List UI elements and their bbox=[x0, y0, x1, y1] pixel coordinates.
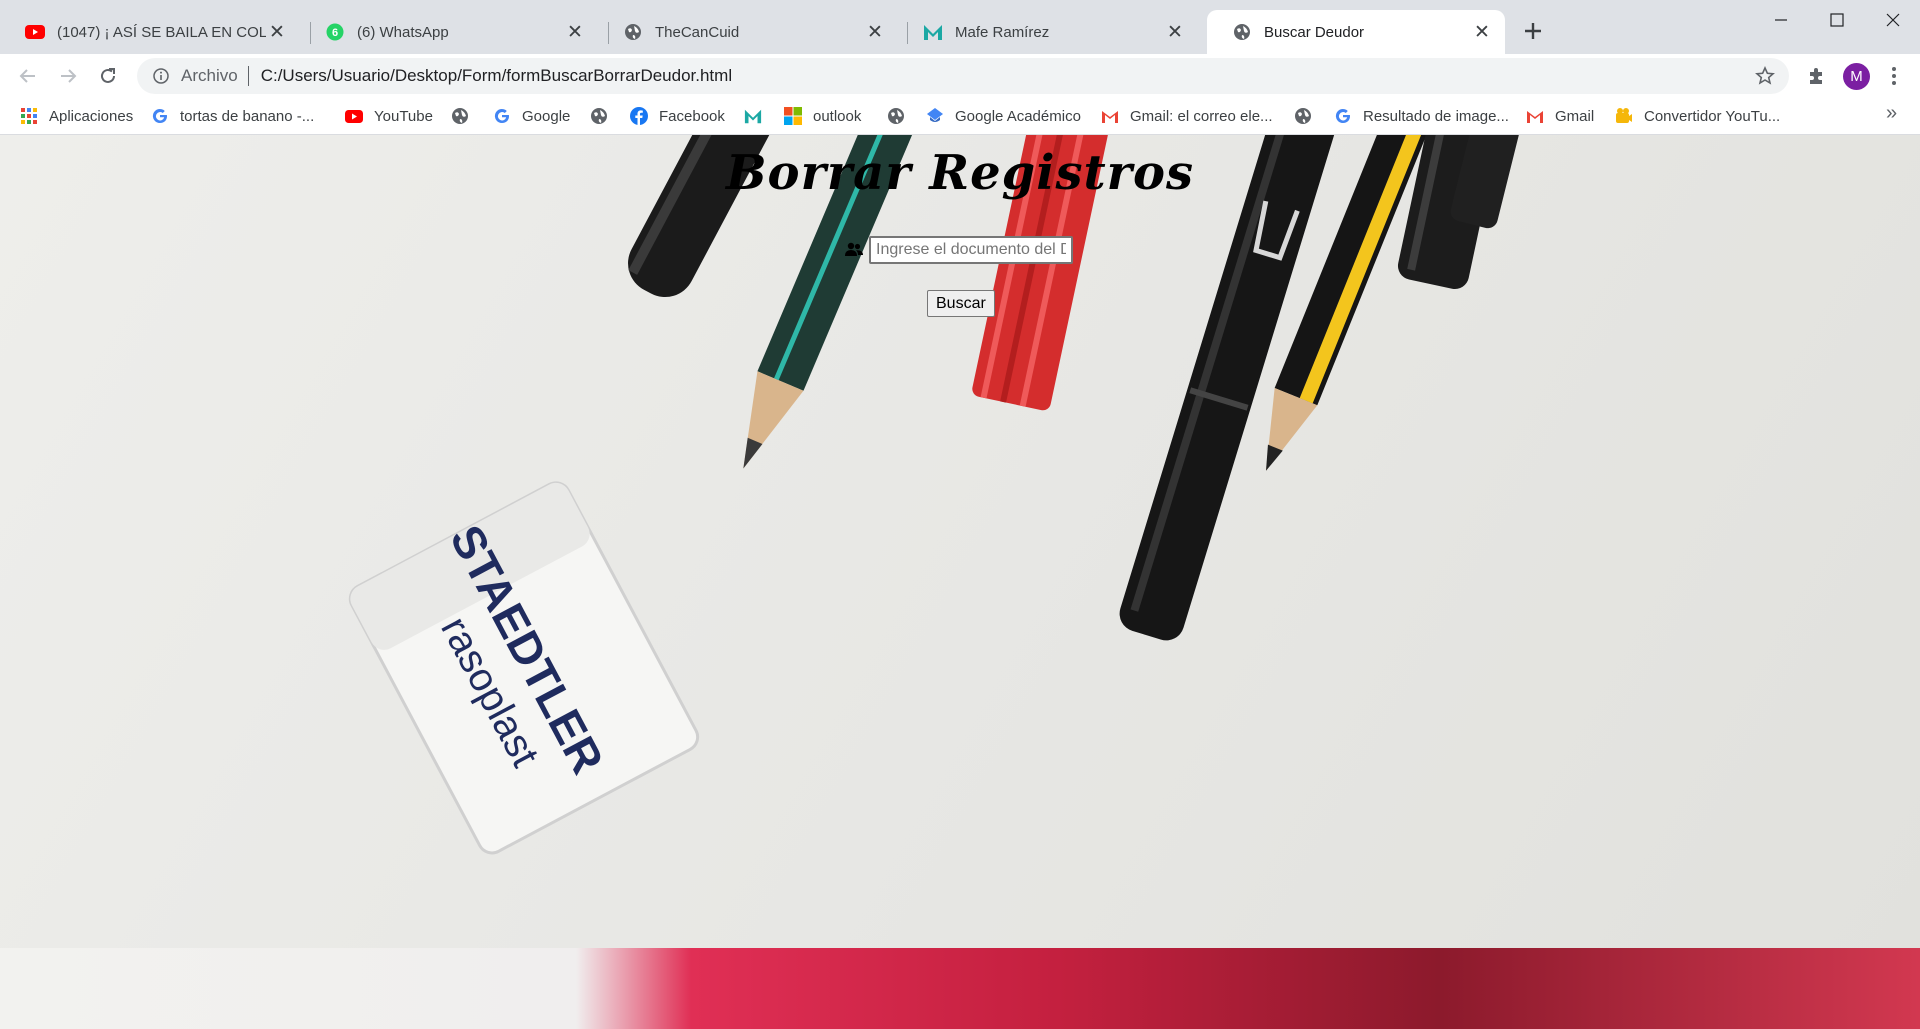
bookmarks-bar: Aplicaciones tortas de banano -... YouTu… bbox=[0, 98, 1920, 135]
converter-icon bbox=[1615, 107, 1633, 125]
bookmark-google[interactable]: Google bbox=[493, 98, 570, 134]
users-icon bbox=[845, 241, 863, 259]
apps-grid-icon bbox=[20, 107, 38, 125]
m-logo-icon bbox=[923, 22, 943, 42]
tab-title: Buscar Deudor bbox=[1264, 23, 1365, 41]
tab-buscar-deudor[interactable]: Buscar Deudor ✕ bbox=[1207, 10, 1505, 54]
tab-whatsapp[interactable]: 6 (6) WhatsApp ✕ bbox=[300, 10, 598, 54]
minimize-icon bbox=[1775, 19, 1787, 21]
google-icon bbox=[1334, 107, 1352, 125]
bookmark-globe-2[interactable] bbox=[590, 98, 608, 134]
bookmark-resultado-imagen[interactable]: Resultado de image... bbox=[1334, 98, 1509, 134]
microsoft-icon bbox=[784, 107, 802, 125]
close-window-icon bbox=[1886, 13, 1900, 27]
stationery-photo: STAEDTLER rasoplast bbox=[348, 135, 1542, 855]
bookmark-label: Convertidor YouTu... bbox=[1644, 107, 1781, 125]
bookmark-gmail-correo[interactable]: Gmail: el correo ele... bbox=[1101, 98, 1273, 134]
address-url[interactable]: C:/Users/Usuario/Desktop/Form/formBuscar… bbox=[261, 66, 732, 86]
globe-icon bbox=[1294, 107, 1312, 125]
tab-title: (1047) ¡ ASÍ SE BAILA EN COLOMBIA bbox=[57, 23, 266, 41]
whatsapp-badge: 6 bbox=[332, 27, 338, 39]
globe-icon bbox=[590, 107, 608, 125]
bookmark-globe-4[interactable] bbox=[1294, 98, 1312, 134]
bookmark-label: Aplicaciones bbox=[49, 107, 134, 125]
bookmark-label: YouTube bbox=[374, 107, 433, 125]
globe-icon bbox=[1232, 22, 1252, 42]
bookmark-convertidor[interactable]: Convertidor YouTu... bbox=[1615, 98, 1780, 134]
forward-button[interactable] bbox=[52, 60, 84, 92]
more-bookmarks-chevron-icon[interactable]: » bbox=[1886, 102, 1897, 125]
m-logo-icon bbox=[744, 107, 762, 125]
bookmark-aplicaciones[interactable]: Aplicaciones bbox=[20, 98, 133, 134]
google-icon bbox=[493, 107, 511, 125]
reload-button[interactable] bbox=[92, 60, 124, 92]
bookmark-label: Google bbox=[522, 107, 571, 125]
plus-icon bbox=[1525, 23, 1541, 39]
eraser: STAEDTLER rasoplast bbox=[348, 481, 700, 855]
bookmark-label: Gmail bbox=[1555, 107, 1595, 125]
bookmark-label: Gmail: el correo ele... bbox=[1130, 107, 1273, 125]
reload-icon bbox=[101, 68, 115, 83]
facebook-icon bbox=[630, 107, 648, 125]
document-search-form bbox=[845, 236, 1073, 264]
page-title: Borrar Registros bbox=[725, 145, 1194, 201]
bookmark-globe-1[interactable] bbox=[451, 98, 469, 134]
new-tab-button[interactable] bbox=[1518, 16, 1548, 46]
bookmark-outlook[interactable]: outlook bbox=[784, 98, 861, 134]
whatsapp-icon: 6 bbox=[325, 22, 345, 42]
bookmark-globe-3[interactable] bbox=[887, 98, 905, 134]
tab-title: TheCanCuid bbox=[655, 23, 740, 41]
minimize-button[interactable] bbox=[1753, 0, 1809, 40]
globe-icon bbox=[887, 107, 905, 125]
globe-icon bbox=[451, 107, 469, 125]
maximize-icon bbox=[1830, 13, 1844, 27]
scholar-icon bbox=[926, 107, 944, 125]
bookmark-tortas[interactable]: tortas de banano -... bbox=[151, 98, 314, 134]
tab-thecancuid[interactable]: TheCanCuid ✕ bbox=[598, 10, 898, 54]
bookmark-label: outlook bbox=[813, 107, 862, 125]
info-icon[interactable] bbox=[151, 66, 171, 86]
tab-youtube[interactable]: (1047) ¡ ASÍ SE BAILA EN COLOMBIA ✕ bbox=[0, 10, 300, 54]
bookmark-youtube[interactable]: YouTube bbox=[345, 98, 433, 134]
close-tab-icon[interactable]: ✕ bbox=[1164, 21, 1186, 43]
bookmark-google-academico[interactable]: Google Académico bbox=[926, 98, 1081, 134]
tab-title: Mafe Ramírez bbox=[955, 23, 1050, 41]
bookmark-m-logo[interactable] bbox=[744, 98, 762, 134]
bookmark-label: Google Académico bbox=[955, 107, 1081, 125]
close-tab-icon[interactable]: ✕ bbox=[564, 21, 586, 43]
page-viewport: STAEDTLER rasoplast Borrar Registros Bus… bbox=[0, 135, 1920, 1029]
tab-mafe-ramirez[interactable]: Mafe Ramírez ✕ bbox=[898, 10, 1198, 54]
gmail-icon bbox=[1526, 107, 1544, 125]
bookmark-label: Facebook bbox=[659, 107, 725, 125]
youtube-icon bbox=[25, 22, 45, 42]
close-tab-icon[interactable]: ✕ bbox=[864, 21, 886, 43]
tab-title: (6) WhatsApp bbox=[357, 23, 449, 41]
google-icon bbox=[151, 107, 169, 125]
menu-kebab-icon[interactable] bbox=[1882, 62, 1906, 90]
browser-toolbar: Archivo C:/Users/Usuario/Desktop/Form/fo… bbox=[0, 54, 1920, 98]
maximize-button[interactable] bbox=[1809, 0, 1865, 40]
document-input[interactable] bbox=[869, 236, 1073, 264]
profile-avatar[interactable]: M bbox=[1843, 63, 1870, 90]
close-tab-icon[interactable]: ✕ bbox=[1471, 21, 1493, 43]
tab-strip: (1047) ¡ ASÍ SE BAILA EN COLOMBIA ✕ 6 (6… bbox=[0, 0, 1920, 54]
address-divider bbox=[247, 66, 249, 86]
back-button[interactable] bbox=[12, 60, 44, 92]
close-window-button[interactable] bbox=[1865, 0, 1920, 40]
bookmark-label: Resultado de image... bbox=[1363, 107, 1509, 125]
globe-icon bbox=[623, 22, 643, 42]
back-arrow-icon bbox=[19, 69, 35, 83]
scheme-label: Archivo bbox=[181, 66, 238, 85]
extensions-icon[interactable] bbox=[1802, 62, 1830, 90]
search-button[interactable]: Buscar bbox=[927, 290, 995, 317]
address-bar[interactable]: Archivo C:/Users/Usuario/Desktop/Form/fo… bbox=[137, 58, 1789, 94]
gmail-icon bbox=[1101, 107, 1119, 125]
bookmark-facebook[interactable]: Facebook bbox=[630, 98, 725, 134]
close-tab-icon[interactable]: ✕ bbox=[266, 21, 288, 43]
bookmark-label: tortas de banano -... bbox=[180, 107, 315, 125]
youtube-icon bbox=[345, 107, 363, 125]
forward-arrow-icon bbox=[61, 69, 77, 83]
bookmark-gmail[interactable]: Gmail bbox=[1526, 98, 1594, 134]
bookmark-star-icon[interactable] bbox=[1755, 66, 1775, 86]
